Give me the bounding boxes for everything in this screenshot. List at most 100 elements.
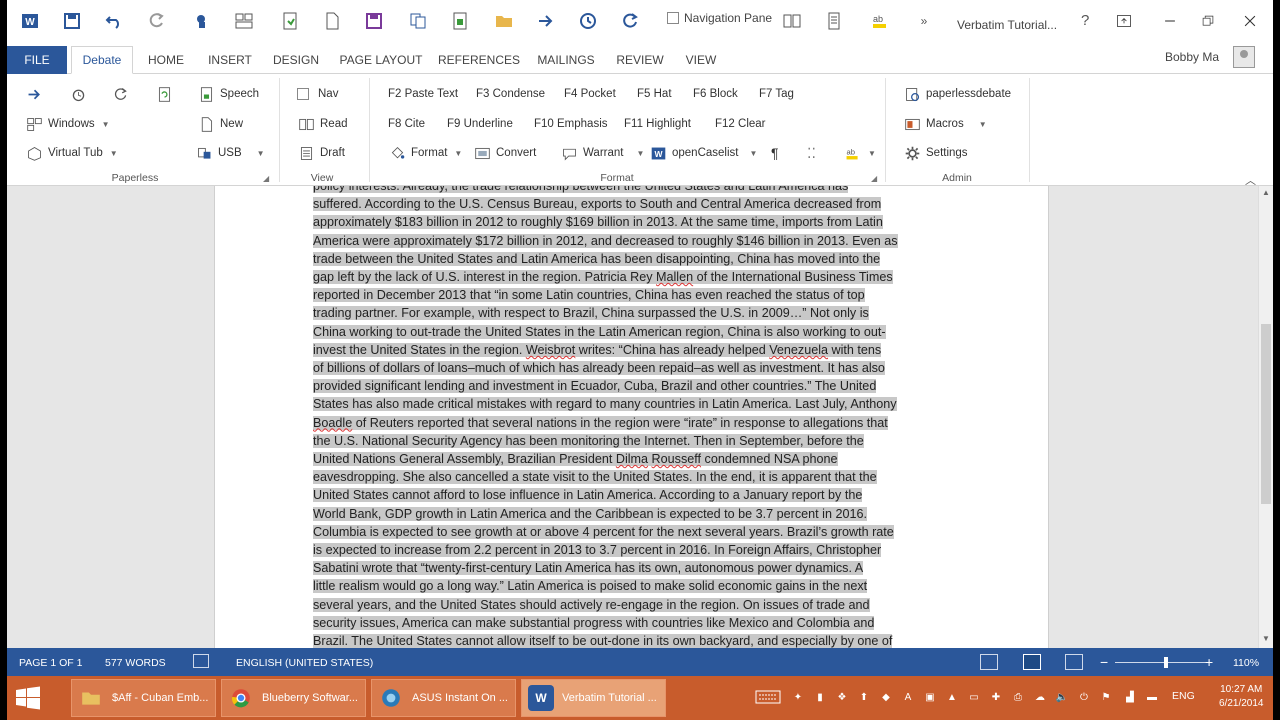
display-icon[interactable]: ▭: [967, 690, 981, 704]
send-to-speech-arrow-button[interactable]: [25, 84, 43, 104]
tab-insert[interactable]: INSERT: [203, 46, 257, 74]
power-icon[interactable]: ⏻: [1077, 690, 1091, 704]
document-line[interactable]: suffered. According to the U.S. Census B…: [313, 195, 953, 213]
qat-overflow-icon[interactable]: »: [913, 10, 935, 32]
input-language[interactable]: ENG: [1172, 690, 1195, 702]
f9-underline-button[interactable]: F9 Underline: [447, 114, 513, 134]
zoom-slider-thumb[interactable]: [1163, 657, 1168, 668]
new-button[interactable]: New: [197, 114, 243, 134]
nav-checkbox[interactable]: [297, 88, 309, 100]
layout-icon[interactable]: [233, 10, 255, 32]
f10-emphasis-button[interactable]: F10 Emphasis: [534, 114, 608, 134]
document-body[interactable]: policy interests. Already, the trade rel…: [313, 186, 953, 648]
highlight-color-button[interactable]: ab ▼: [843, 143, 876, 163]
update-icon[interactable]: ✚: [989, 690, 1003, 704]
windows-start-icon[interactable]: [15, 686, 41, 710]
scroll-up-icon[interactable]: ▲: [1262, 188, 1270, 197]
taskbar-item-explorer[interactable]: $Aff - Cuban Emb...: [71, 679, 216, 717]
clock-icon[interactable]: [577, 10, 599, 32]
document-line[interactable]: gap left by the lack of U.S. interest in…: [313, 268, 953, 286]
taskbar-item-word[interactable]: W Verbatim Tutorial ...: [521, 679, 666, 717]
zoom-out-icon[interactable]: −: [1100, 654, 1108, 670]
dialog-launcher-icon[interactable]: ◢: [871, 174, 877, 183]
web-layout-view-icon[interactable]: [1065, 654, 1083, 670]
f7-tag-button[interactable]: F7 Tag: [759, 84, 794, 104]
document-line[interactable]: Columbia is expected to see growth at or…: [313, 523, 953, 541]
help-button[interactable]: ?: [1081, 12, 1089, 29]
open-folder-icon[interactable]: [493, 10, 515, 32]
navigation-pane-toggle[interactable]: Navigation Pane: [667, 11, 772, 25]
vertical-scrollbar[interactable]: ▲ ▼: [1258, 186, 1273, 648]
tab-mailings[interactable]: MAILINGS: [531, 46, 601, 74]
taskbar-item-asus[interactable]: ASUS Instant On ...: [371, 679, 516, 717]
f5-hat-button[interactable]: F5 Hat: [637, 84, 672, 104]
document-line[interactable]: trading partner. For example, with respe…: [313, 304, 953, 322]
spelling-icon[interactable]: ab: [869, 10, 891, 32]
macros-button[interactable]: Macros ▼: [903, 114, 987, 134]
document-line[interactable]: security issues, America can make substa…: [313, 614, 953, 632]
f6-block-button[interactable]: F6 Block: [693, 84, 738, 104]
language-indicator[interactable]: ENGLISH (UNITED STATES): [236, 657, 373, 669]
document-line[interactable]: World Bank, GDP growth in Latin America …: [313, 505, 953, 523]
word-app-icon[interactable]: W: [19, 10, 41, 32]
read-mode-icon[interactable]: [781, 10, 803, 32]
page-count[interactable]: PAGE 1 OF 1: [19, 657, 82, 669]
document-line[interactable]: the U.S. National Security Agency has be…: [313, 432, 953, 450]
arrow-right-icon[interactable]: [535, 10, 557, 32]
refresh-icon[interactable]: [619, 10, 641, 32]
network-drive-icon[interactable]: ▣: [923, 690, 937, 704]
opencaselist-button[interactable]: W openCaselist ▼: [649, 143, 757, 163]
battery-status-icon[interactable]: ▬: [1145, 690, 1159, 704]
f11-highlight-button[interactable]: F11 Highlight: [624, 114, 691, 134]
cloud-icon[interactable]: ☁: [1033, 690, 1047, 704]
warrant-button[interactable]: Warrant ▼: [560, 143, 644, 163]
doc-refresh-icon[interactable]: [279, 10, 301, 32]
undo-icon[interactable]: [103, 10, 125, 32]
zoom-slider[interactable]: [1115, 662, 1207, 663]
close-icon[interactable]: [1237, 10, 1263, 32]
f12-clear-button[interactable]: F12 Clear: [715, 114, 766, 134]
battery-icon[interactable]: ▮: [813, 690, 827, 704]
document-line[interactable]: Boadle of Reuters reported that several …: [313, 414, 953, 432]
document-line[interactable]: approximately $183 billion in 2012 to ro…: [313, 213, 953, 231]
refresh-button[interactable]: [111, 84, 129, 104]
document-line[interactable]: provided significant lending and investm…: [313, 377, 953, 395]
zoom-level[interactable]: 110%: [1233, 657, 1259, 669]
document-line[interactable]: United Nations General Assembly, Brazili…: [313, 450, 953, 468]
save-icon[interactable]: [61, 10, 83, 32]
taskbar-item-chrome[interactable]: Blueberry Softwar...: [221, 679, 366, 717]
print-layout-view-icon[interactable]: [1023, 654, 1041, 670]
page-view-icon[interactable]: [823, 10, 845, 32]
template-icon[interactable]: [449, 10, 471, 32]
document-line[interactable]: several years, and the United States sho…: [313, 596, 953, 614]
nav-toggle[interactable]: Nav: [297, 84, 338, 104]
usb-button[interactable]: USB ▼: [195, 143, 265, 163]
tab-design[interactable]: DESIGN: [267, 46, 325, 74]
speech-button[interactable]: Speech: [197, 84, 259, 104]
restore-icon[interactable]: [1195, 10, 1221, 32]
volume-icon[interactable]: 🔈: [1055, 690, 1069, 704]
settings-button[interactable]: Settings: [903, 143, 968, 163]
draft-button[interactable]: Draft: [297, 143, 345, 163]
tab-page-layout[interactable]: PAGE LAYOUT: [337, 46, 425, 74]
proofing-icon[interactable]: [193, 654, 209, 668]
pilcrow-icon[interactable]: ¶: [771, 143, 779, 163]
redo-icon[interactable]: [145, 10, 167, 32]
tab-view[interactable]: VIEW: [677, 46, 725, 74]
document-page[interactable]: policy interests. Already, the trade rel…: [214, 186, 1049, 648]
save-as-icon[interactable]: [363, 10, 385, 32]
word-count[interactable]: 577 WORDS: [105, 657, 166, 669]
f2-paste-text-button[interactable]: F2 Paste Text: [388, 84, 458, 104]
ribbon-display-options-icon[interactable]: [1111, 10, 1137, 32]
tab-review[interactable]: REVIEW: [611, 46, 669, 74]
zoom-in-icon[interactable]: +: [1205, 654, 1213, 670]
upload-icon[interactable]: ⬆: [857, 690, 871, 704]
minimize-icon[interactable]: [1157, 10, 1183, 32]
document-line[interactable]: policy interests. Already, the trade rel…: [313, 186, 953, 195]
format-button[interactable]: Format ▼: [388, 143, 462, 163]
navigation-pane-checkbox[interactable]: [667, 12, 679, 24]
tab-references[interactable]: REFERENCES: [437, 46, 521, 74]
document-line[interactable]: eavesdropping. She also cancelled a stat…: [313, 468, 953, 486]
security-icon[interactable]: ◆: [879, 690, 893, 704]
timer-button[interactable]: [69, 84, 87, 104]
